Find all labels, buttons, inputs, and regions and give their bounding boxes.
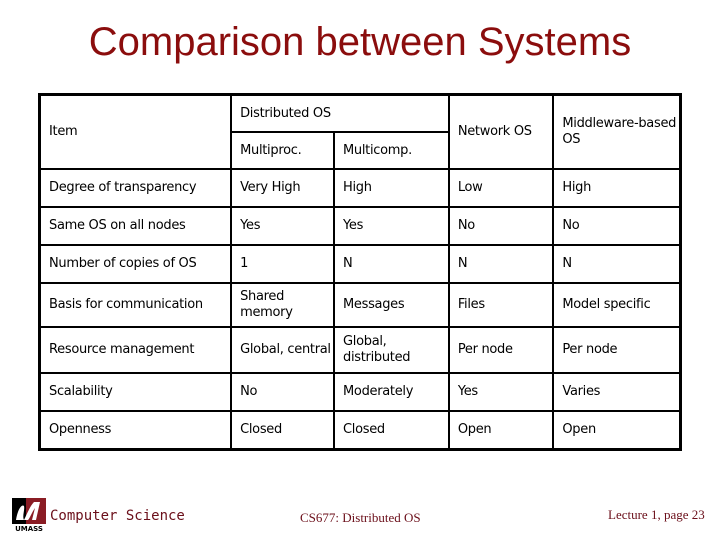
table-row: Same OS on all nodes Yes Yes No No <box>38 206 682 246</box>
cell-network: Files <box>447 282 555 328</box>
header-middleware-os: Middleware-based OS <box>552 93 682 170</box>
cell-network: N <box>447 244 555 284</box>
course-label: CS677: Distributed OS <box>300 510 421 525</box>
cell-multicomp: Yes <box>333 206 450 246</box>
cell-middleware: Varies <box>552 372 682 412</box>
department-label: Computer Science <box>50 508 185 524</box>
header-item: Item <box>38 93 233 170</box>
cell-multiproc: Global, central <box>230 326 335 374</box>
cell-middleware: N <box>552 244 682 284</box>
header-multiproc: Multiproc. <box>230 131 335 170</box>
cell-multicomp: Closed <box>333 410 450 451</box>
cell-item: Degree of transparency <box>38 168 233 208</box>
cell-network: Low <box>447 168 555 208</box>
cell-multiproc: Closed <box>230 410 335 451</box>
cell-multiproc: 1 <box>230 244 335 284</box>
comparison-table: Item Distributed OS Network OS Middlewar… <box>38 93 682 451</box>
cell-middleware: Open <box>552 410 682 451</box>
cell-middleware: Model specific <box>552 282 682 328</box>
cell-network: No <box>447 206 555 246</box>
table-row: Resource management Global, central Glob… <box>38 326 682 374</box>
cell-multiproc: Shared memory <box>230 282 335 328</box>
umass-logo-icon: UMASS <box>12 498 46 533</box>
cell-multicomp: High <box>333 168 450 208</box>
cell-item: Openness <box>38 410 233 451</box>
header-distributed-os: Distributed OS <box>230 93 450 133</box>
umass-logo: UMASS <box>12 498 46 533</box>
cell-item: Same OS on all nodes <box>38 206 233 246</box>
cell-multicomp: N <box>333 244 450 284</box>
table-row: Degree of transparency Very High High Lo… <box>38 168 682 208</box>
table-row: Basis for communication Shared memory Me… <box>38 282 682 328</box>
table-header-row: Item Distributed OS Network OS Middlewar… <box>38 93 682 170</box>
cell-middleware: No <box>552 206 682 246</box>
table-row: Openness Closed Closed Open Open <box>38 410 682 451</box>
cell-network: Open <box>447 410 555 451</box>
slide-title: Comparison between Systems <box>88 20 632 64</box>
umass-logo-text: UMASS <box>15 525 43 532</box>
cell-multicomp: Messages <box>333 282 450 328</box>
header-multicomp: Multicomp. <box>333 131 450 170</box>
table-row: Number of copies of OS 1 N N N <box>38 244 682 284</box>
cell-item: Basis for communication <box>38 282 233 328</box>
page-number: Lecture 1, page 23 <box>608 507 705 522</box>
cell-item: Resource management <box>38 326 233 374</box>
cell-multicomp: Global, distributed <box>333 326 450 374</box>
cell-item: Scalability <box>38 372 233 412</box>
cell-middleware: Per node <box>552 326 682 374</box>
cell-multiproc: No <box>230 372 335 412</box>
cell-network: Per node <box>447 326 555 374</box>
table-row: Scalability No Moderately Yes Varies <box>38 372 682 412</box>
cell-middleware: High <box>552 168 682 208</box>
header-network-os: Network OS <box>447 93 555 170</box>
cell-multicomp: Moderately <box>333 372 450 412</box>
cell-item: Number of copies of OS <box>38 244 233 284</box>
cell-network: Yes <box>447 372 555 412</box>
cell-multiproc: Very High <box>230 168 335 208</box>
cell-multiproc: Yes <box>230 206 335 246</box>
